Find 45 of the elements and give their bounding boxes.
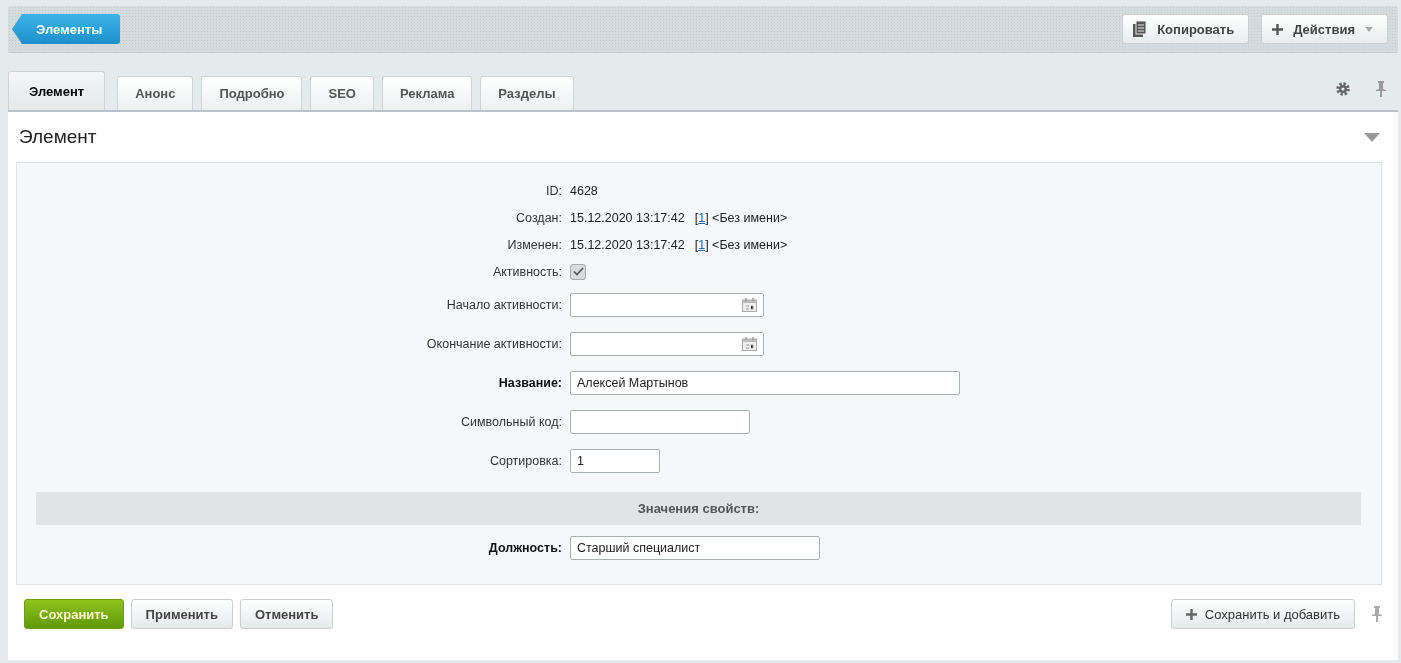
section-header: Значения свойств:	[637, 501, 760, 516]
calendar-icon[interactable]	[742, 297, 757, 312]
author-text: [1] <Без имени>	[694, 210, 788, 225]
caret-icon	[1365, 26, 1373, 32]
tab[interactable]: SEO	[310, 76, 374, 110]
section-title: Элемент	[19, 126, 97, 148]
author-text: [1] <Без имени>	[694, 237, 788, 252]
tab[interactable]: Реклама	[381, 76, 473, 110]
field-label: Сортировка:	[489, 453, 562, 468]
settings-icon[interactable]	[1336, 81, 1350, 96]
pin-icon[interactable]	[1372, 606, 1382, 622]
date-value: 15.12.2020 13:17:42	[570, 210, 685, 225]
plus-icon	[1272, 23, 1284, 35]
action-button[interactable]: Применить	[130, 599, 233, 629]
date-field[interactable]	[570, 331, 764, 356]
tab[interactable]: Элемент	[8, 71, 106, 110]
copy-icon	[1133, 21, 1148, 37]
field-label: Должность:	[488, 540, 562, 555]
tab[interactable]: Разделы	[480, 76, 574, 110]
input-field[interactable]: Старший специалист	[570, 535, 820, 560]
copy-button[interactable]: Копировать	[1122, 14, 1250, 44]
field-label: Активность:	[492, 264, 562, 279]
input-field[interactable]: 1	[570, 448, 660, 473]
collapse-icon[interactable]	[1364, 132, 1380, 142]
input-field[interactable]: Алексей Мартынов	[570, 370, 960, 395]
save-and-add-button[interactable]: Сохранить и добавить	[1170, 599, 1355, 629]
calendar-icon[interactable]	[742, 336, 757, 351]
input-field[interactable]	[570, 409, 750, 434]
field-label: Символьный код:	[461, 414, 562, 429]
field-label: Начало активности:	[446, 297, 562, 312]
date-value: 15.12.2020 13:17:42	[570, 237, 685, 252]
actions-button[interactable]: Действия	[1261, 14, 1388, 44]
pin-icon[interactable]	[1376, 80, 1386, 97]
action-button[interactable]: Отменить	[239, 599, 334, 629]
tab[interactable]: Анонс	[117, 76, 194, 110]
field-label: Название:	[498, 375, 562, 390]
field-value: 4628	[570, 183, 598, 198]
field-label: Окончание активности:	[426, 336, 562, 351]
plus-icon	[1185, 608, 1197, 620]
date-field[interactable]	[570, 292, 764, 317]
field-label: ID:	[546, 183, 562, 198]
checkbox[interactable]	[570, 263, 586, 280]
tab[interactable]: Подробно	[201, 76, 303, 110]
field-label: Создан:	[516, 210, 562, 225]
field-label: Изменен:	[507, 237, 562, 252]
